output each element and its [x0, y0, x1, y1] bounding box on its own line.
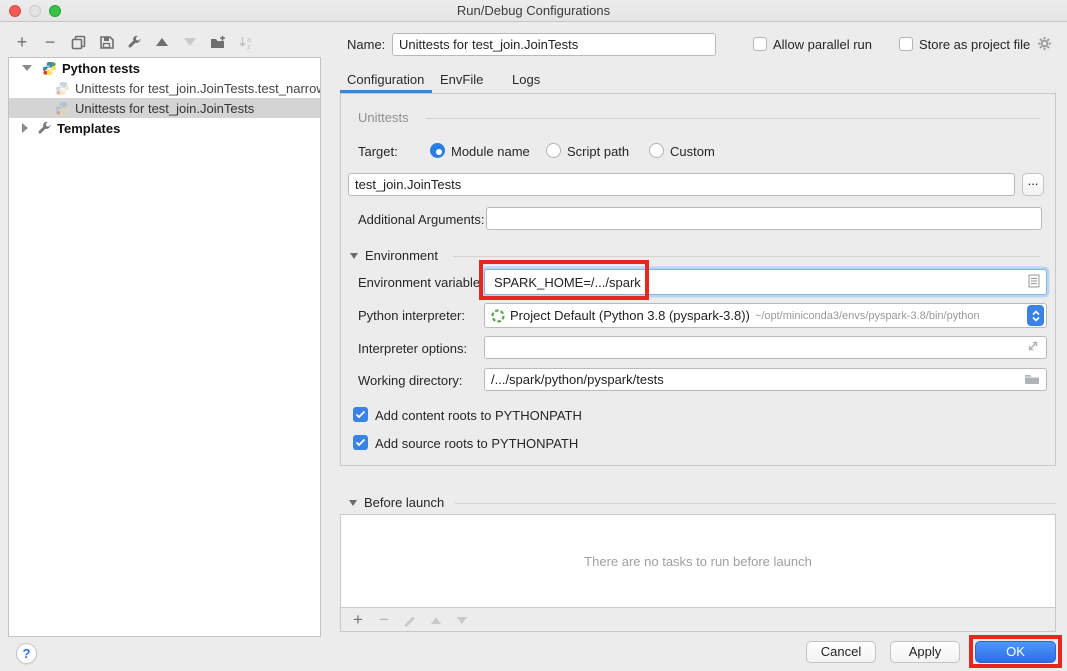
browse-env-vars-icon[interactable] — [1028, 274, 1040, 291]
name-input[interactable]: Unittests for test_join.JoinTests — [392, 33, 716, 56]
add-content-roots-checkbox[interactable] — [353, 407, 368, 422]
move-task-up-icon[interactable] — [428, 612, 444, 628]
add-task-icon[interactable]: + — [350, 612, 366, 628]
python-test-icon — [55, 81, 70, 96]
before-launch-group-label: Before launch — [364, 495, 444, 510]
python-interpreter-select[interactable]: Project Default (Python 3.8 (pyspark-3.8… — [484, 303, 1047, 328]
tab-logs[interactable]: Logs — [512, 72, 540, 87]
before-launch-empty-message: There are no tasks to run before launch — [584, 554, 812, 569]
allow-parallel-run-checkbox[interactable] — [753, 37, 767, 51]
environment-variables-input[interactable]: SPARK_HOME=/.../spark — [484, 269, 1047, 295]
save-configuration-icon[interactable] — [98, 34, 114, 50]
environment-group-label: Environment — [365, 248, 438, 263]
target-script-path-label: Script path — [567, 144, 629, 159]
cancel-button[interactable]: Cancel — [806, 641, 876, 663]
environment-variables-label: Environment variables: — [358, 275, 490, 290]
apply-button[interactable]: Apply — [890, 641, 960, 663]
collapse-arrow-icon[interactable] — [22, 123, 28, 133]
folder-icon[interactable] — [1024, 372, 1040, 388]
target-module-name-label: Module name — [451, 144, 530, 159]
environment-collapse-icon[interactable] — [350, 253, 358, 259]
working-directory-input[interactable]: /.../spark/python/pyspark/tests — [484, 368, 1047, 391]
before-launch-collapse-icon[interactable] — [349, 500, 357, 506]
allow-parallel-run-label: Allow parallel run — [773, 37, 872, 52]
interpreter-name: Project Default (Python 3.8 (pyspark-3.8… — [510, 308, 750, 323]
before-launch-pane: There are no tasks to run before launch … — [340, 514, 1056, 632]
edit-task-icon[interactable] — [402, 612, 418, 628]
move-task-down-icon[interactable] — [454, 612, 470, 628]
interpreter-options-input[interactable] — [484, 336, 1047, 359]
window-title: Run/Debug Configurations — [0, 0, 1067, 22]
add-configuration-icon[interactable]: + — [14, 34, 30, 50]
move-up-icon[interactable] — [154, 34, 170, 50]
tree-item-python-tests[interactable]: Python tests — [9, 58, 320, 78]
target-value: test_join.JoinTests — [355, 177, 461, 192]
environment-variables-value: SPARK_HOME=/.../spark — [491, 275, 641, 290]
before-launch-group-line — [455, 503, 1056, 504]
environment-group-line — [453, 256, 1040, 257]
tab-envfile[interactable]: EnvFile — [440, 72, 483, 87]
interpreter-venv-icon — [491, 309, 505, 323]
expand-field-icon[interactable] — [1026, 339, 1040, 356]
run-debug-configurations-dialog: Run/Debug Configurations + − az Pytho — [0, 0, 1067, 671]
target-input[interactable]: test_join.JoinTests — [348, 173, 1015, 196]
tree-item-unittest-narrow[interactable]: Unittests for test_join.JoinTests.test_n… — [9, 78, 320, 98]
name-value: Unittests for test_join.JoinTests — [399, 37, 578, 52]
working-directory-value: /.../spark/python/pyspark/tests — [491, 372, 664, 387]
tree-item-label: Python tests — [62, 61, 140, 76]
target-module-name-radio[interactable] — [430, 143, 445, 158]
expand-arrow-icon[interactable] — [22, 65, 32, 71]
sort-configurations-icon[interactable]: az — [238, 34, 254, 50]
target-label: Target: — [358, 144, 398, 159]
before-launch-toolbar: + − — [341, 608, 1055, 632]
tree-item-templates[interactable]: Templates — [9, 118, 320, 138]
tree-item-label: Templates — [57, 121, 120, 136]
additional-arguments-label: Additional Arguments: — [358, 212, 484, 227]
copy-configuration-icon[interactable] — [70, 34, 86, 50]
target-custom-radio[interactable] — [649, 143, 664, 158]
edit-templates-icon[interactable] — [126, 34, 142, 50]
svg-text:z: z — [247, 42, 251, 50]
add-content-roots-label: Add content roots to PYTHONPATH — [375, 408, 582, 423]
unittests-group-label: Unittests — [358, 110, 409, 125]
configurations-toolbar: + − az — [14, 32, 254, 52]
python-test-icon — [55, 101, 70, 116]
python-interpreter-label: Python interpreter: — [358, 308, 465, 323]
close-window-button[interactable] — [9, 5, 21, 17]
unittests-group-line — [426, 118, 1040, 119]
before-launch-task-list[interactable]: There are no tasks to run before launch — [341, 515, 1055, 608]
add-source-roots-checkbox[interactable] — [353, 435, 368, 450]
python-tests-icon — [42, 61, 57, 76]
help-button[interactable]: ? — [16, 643, 37, 664]
tab-configuration[interactable]: Configuration — [347, 72, 424, 87]
remove-configuration-icon[interactable]: − — [42, 34, 58, 50]
ok-button[interactable]: OK — [975, 641, 1056, 663]
minimize-window-button[interactable] — [29, 5, 41, 17]
interpreter-options-label: Interpreter options: — [358, 341, 467, 356]
new-folder-icon[interactable] — [210, 34, 226, 50]
move-down-icon[interactable] — [182, 34, 198, 50]
configuration-pane: Unittests Target: Module name Script pat… — [340, 93, 1056, 466]
working-directory-label: Working directory: — [358, 373, 463, 388]
target-script-path-radio[interactable] — [546, 143, 561, 158]
store-as-project-file-checkbox[interactable] — [899, 37, 913, 51]
title-bar: Run/Debug Configurations — [0, 0, 1067, 22]
tree-item-label: Unittests for test_join.JoinTests — [75, 101, 254, 116]
gear-icon[interactable] — [1037, 36, 1052, 54]
tree-item-label: Unittests for test_join.JoinTests.test_n… — [75, 81, 320, 96]
interpreter-dropdown-stepper[interactable] — [1027, 305, 1044, 326]
zoom-window-button[interactable] — [49, 5, 61, 17]
interpreter-path: ~/opt/miniconda3/envs/pyspark-3.8/bin/py… — [755, 310, 980, 322]
store-as-project-file-label: Store as project file — [919, 37, 1030, 52]
name-label: Name: — [347, 37, 385, 52]
wrench-icon — [37, 121, 52, 136]
target-custom-label: Custom — [670, 144, 715, 159]
remove-task-icon[interactable]: − — [376, 612, 392, 628]
browse-target-button[interactable]: ... — [1022, 173, 1044, 196]
add-source-roots-label: Add source roots to PYTHONPATH — [375, 436, 578, 451]
configurations-tree: Python tests Unittests for test_join.Joi… — [8, 57, 321, 637]
tree-item-unittest-jointests[interactable]: Unittests for test_join.JoinTests — [9, 98, 320, 118]
additional-arguments-input[interactable] — [486, 207, 1042, 230]
